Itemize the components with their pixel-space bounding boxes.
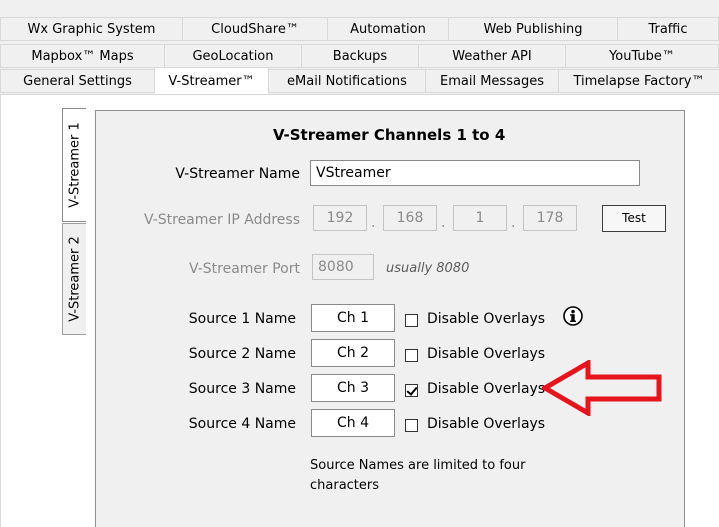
tab-v-streamer[interactable]: V-Streamer™: [154, 67, 269, 94]
tab-youtube[interactable]: YouTube™: [565, 44, 719, 68]
ip-separator: .: [441, 215, 446, 231]
tab-web-publishing[interactable]: Web Publishing: [448, 17, 618, 41]
source-4-disable-overlays-checkbox[interactable]: [405, 419, 418, 432]
source-1-label: Source 1 Name: [188, 311, 296, 327]
source-4-disable-overlays-label[interactable]: Disable Overlays: [427, 416, 545, 432]
tab-row-2: Mapbox™ Maps GeoLocation Backups Weather…: [0, 44, 719, 68]
source-4-label: Source 4 Name: [188, 416, 296, 432]
side-tab-v-streamer-1[interactable]: V-Streamer 1: [62, 108, 86, 222]
source-1-disable-overlays-checkbox[interactable]: [405, 314, 418, 327]
port-label: V-Streamer Port: [188, 261, 300, 277]
ip-octet-2[interactable]: 168: [383, 205, 437, 231]
source-3-disable-overlays-label[interactable]: Disable Overlays: [427, 381, 545, 397]
tab-mapbox-maps[interactable]: Mapbox™ Maps: [0, 44, 165, 68]
ip-separator: .: [511, 215, 516, 231]
ip-octet-4[interactable]: 178: [523, 205, 577, 231]
tab-geolocation[interactable]: GeoLocation: [164, 44, 302, 68]
ip-octet-3[interactable]: 1: [453, 205, 507, 231]
name-label: V-Streamer Name: [175, 166, 300, 182]
source-2-disable-overlays-checkbox[interactable]: [405, 349, 418, 362]
port-input[interactable]: 8080: [312, 254, 374, 280]
source-1-name-input[interactable]: Ch 1: [311, 304, 395, 332]
test-button[interactable]: Test: [602, 205, 666, 232]
source-2-name-input[interactable]: Ch 2: [311, 339, 395, 367]
tab-cloudshare[interactable]: CloudShare™: [182, 17, 328, 41]
side-tab-label: V-Streamer 1: [67, 122, 82, 208]
v-streamer-name-input[interactable]: VStreamer: [310, 160, 640, 186]
tab-row-3: General Settings V-Streamer™ eMail Notif…: [0, 67, 719, 94]
source-2-label: Source 2 Name: [188, 346, 296, 362]
side-tab-label: V-Streamer 2: [67, 236, 82, 322]
tab-email-notifications[interactable]: eMail Notifications: [268, 69, 426, 93]
ip-separator: .: [371, 215, 376, 231]
tab-row-1: Wx Graphic System CloudShare™ Automation…: [0, 17, 719, 41]
tab-wx-graphic-system[interactable]: Wx Graphic System: [0, 17, 183, 41]
source-name-note: Source Names are limited to four charact…: [310, 458, 526, 493]
source-3-label: Source 3 Name: [188, 381, 296, 397]
source-1-disable-overlays-label[interactable]: Disable Overlays: [427, 311, 545, 327]
red-arrow-annotation: [542, 360, 662, 416]
tab-email-messages[interactable]: Email Messages: [425, 69, 559, 93]
source-3-name-input[interactable]: Ch 3: [311, 374, 395, 402]
tab-traffic[interactable]: Traffic: [617, 17, 719, 41]
tab-weather-api[interactable]: Weather API: [418, 44, 566, 68]
source-4-name-input[interactable]: Ch 4: [311, 409, 395, 437]
tab-backups[interactable]: Backups: [301, 44, 419, 68]
tab-automation[interactable]: Automation: [327, 17, 449, 41]
tab-general-settings[interactable]: General Settings: [0, 69, 155, 93]
source-3-disable-overlays-checkbox[interactable]: [405, 384, 418, 397]
info-icon[interactable]: [563, 306, 583, 326]
side-tab-v-streamer-2[interactable]: V-Streamer 2: [62, 223, 86, 335]
ip-octet-1[interactable]: 192: [313, 205, 367, 231]
source-2-disable-overlays-label[interactable]: Disable Overlays: [427, 346, 545, 362]
port-hint: usually 8080: [386, 261, 470, 276]
ip-address-label: V-Streamer IP Address: [143, 212, 300, 228]
tab-timelapse-factory[interactable]: Timelapse Factory™: [558, 69, 719, 93]
panel-title: V-Streamer Channels 1 to 4: [273, 126, 506, 144]
